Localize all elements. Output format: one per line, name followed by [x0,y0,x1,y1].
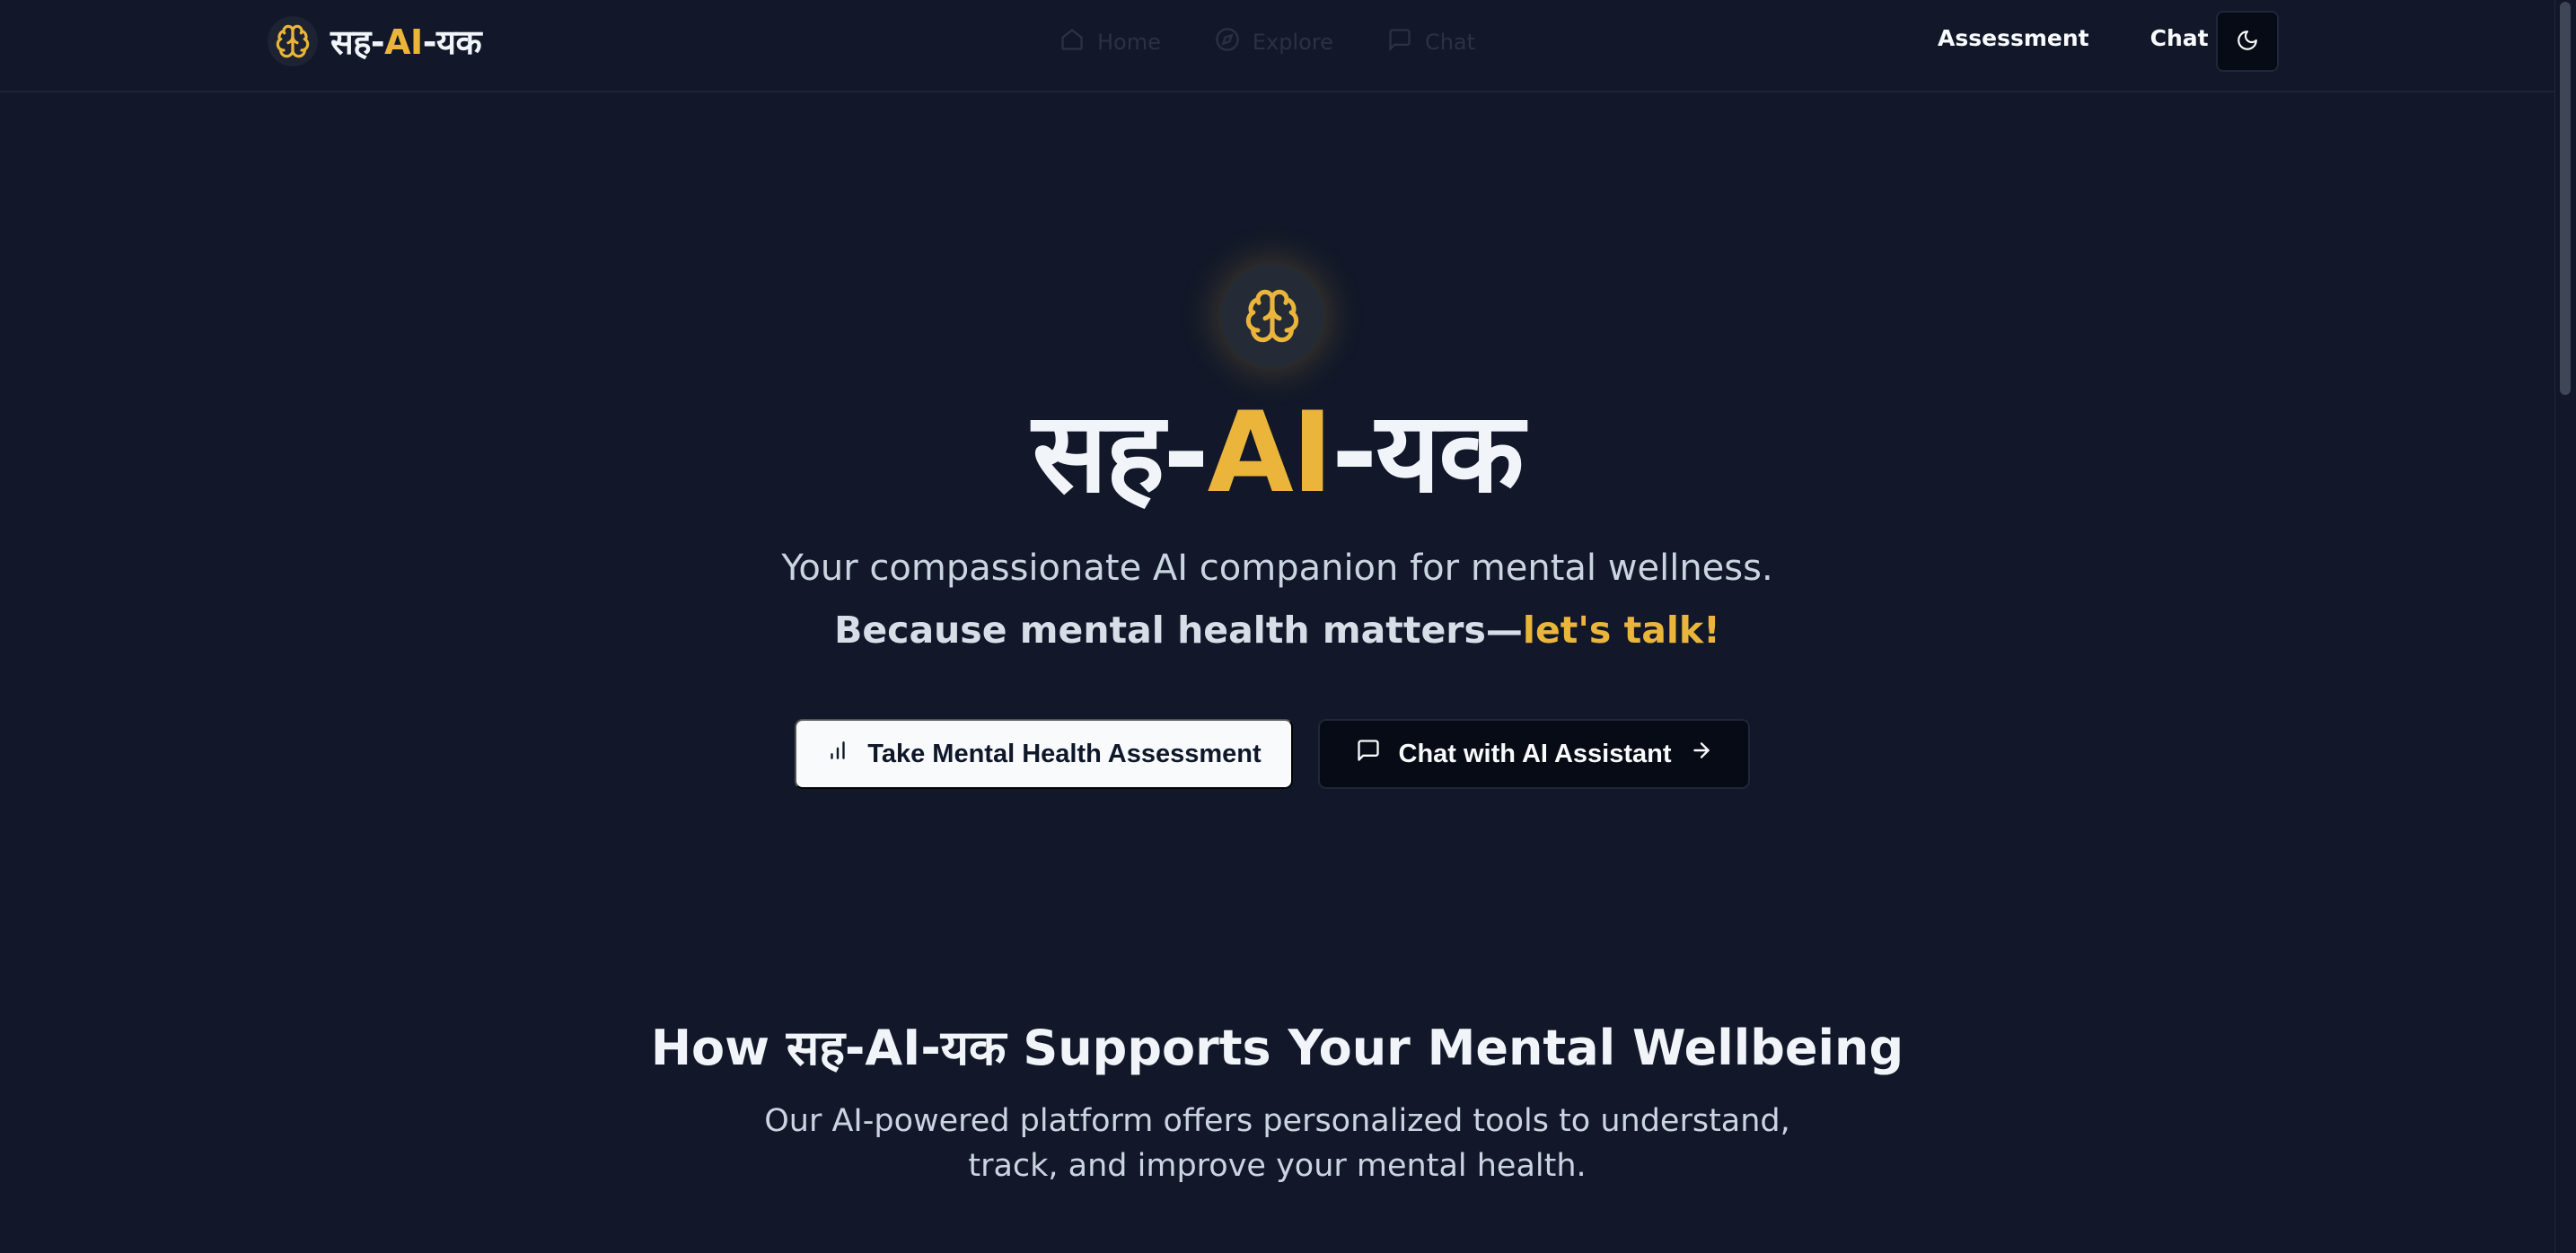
ghost-nav-item-chat[interactable]: Chat [1387,27,1475,57]
features-section-description: Our AI-powered platform offers personali… [764,1103,1790,1184]
home-icon [1059,27,1085,57]
hero-tagline-accent: let's talk! [1522,609,1720,652]
ghost-nav-label: Explore [1252,30,1333,55]
page-scrollbar-thumb[interactable] [2560,2,2571,395]
hero-title: सह-AI-यक [0,386,2554,521]
ghost-nav-label: Home [1097,30,1161,55]
brand-logo-link[interactable]: सह-AI-यक [268,16,482,66]
theme-toggle-button[interactable] [2216,11,2279,72]
page: सह-AI-यक Home Explore Chat Assessment Ch… [0,0,2576,1253]
bar-chart-icon [826,739,849,769]
take-assessment-button[interactable]: Take Mental Health Assessment [795,719,1293,789]
chat-icon [1387,27,1412,57]
nav-link-assessment[interactable]: Assessment [1938,25,2089,51]
hero-subtitle: Your compassionate AI companion for ment… [781,548,1773,589]
moon-icon [2236,29,2259,55]
chat-with-ai-button[interactable]: Chat with AI Assistant [1318,719,1750,789]
brain-icon [268,16,318,66]
hero-tagline: Because mental health matters—let's talk… [0,609,2554,652]
faded-center-nav: Home Explore Chat [1059,27,1475,57]
brand-name-post: -यक [422,22,482,62]
features-title-pre: How [650,1020,787,1076]
hero-title-accent: AI [1207,389,1333,518]
ghost-nav-label: Chat [1424,30,1476,55]
main-nav: Assessment Chat [1938,25,2209,51]
nav-link-chat[interactable]: Chat [2150,25,2209,51]
features-section-title: How सह-AI-यक Supports Your Mental Wellbe… [0,1012,2554,1079]
message-square-icon [1356,738,1381,770]
hero-title-post: -यक [1331,389,1525,518]
ghost-nav-item-home[interactable]: Home [1059,27,1161,57]
arrow-right-icon [1690,739,1713,769]
take-assessment-label: Take Mental Health Assessment [867,739,1262,768]
brand-name-pre: सह- [330,22,385,62]
compass-icon [1215,27,1240,57]
top-navbar: सह-AI-यक Home Explore Chat Assessment Ch… [0,0,2554,92]
features-title-brand: सह-AI-यक [786,1020,1007,1076]
chat-with-ai-label: Chat with AI Assistant [1398,739,1672,768]
ghost-nav-item-explore[interactable]: Explore [1215,27,1333,57]
hero-tagline-main: Because mental health matters— [834,609,1523,652]
brand-name: सह-AI-यक [330,18,482,65]
hero-title-pre: सह- [1032,389,1209,518]
brand-name-accent: AI [384,22,423,62]
hero-brain-icon [1221,265,1323,367]
features-title-post: Supports Your Mental Wellbeing [1006,1020,1904,1076]
